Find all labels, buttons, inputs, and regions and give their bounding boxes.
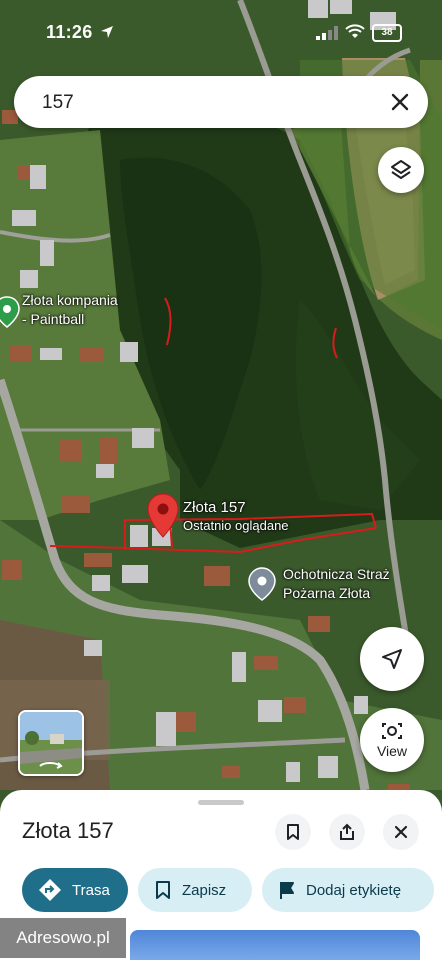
save-place-button[interactable]: Zapisz [138,868,252,912]
wifi-icon [345,24,365,38]
place-title: Złota 157 [22,818,114,843]
status-time: 11:26 [46,22,93,42]
place-pin-icon[interactable] [146,493,180,539]
location-arrow-icon [101,26,113,38]
fire-station-sublabel: Pożarna Złota [283,585,371,601]
map-layers-button[interactable] [378,147,424,193]
save-bookmark-button[interactable] [275,814,311,850]
street-view-preview-image [20,712,82,774]
navigation-arrow-icon [382,649,402,669]
view-button[interactable]: View [360,708,424,772]
close-sheet-button[interactable] [383,814,419,850]
share-icon [340,823,354,840]
battery-indicator: 38 [372,24,402,42]
place-sublabel: Ostatnio oglądane [183,518,289,533]
search-bar[interactable] [14,76,428,128]
flag-icon [280,882,294,899]
status-bar: 11:26 38 [0,18,442,48]
bookmark-outline-icon [156,881,170,899]
my-location-button[interactable] [360,627,424,691]
bookmark-icon [287,824,299,840]
layers-icon [391,160,411,179]
place-label: Złota 157 [183,499,246,516]
fire-station-poi-icon[interactable] [248,567,276,601]
paintball-label: Złota kompania [22,292,118,308]
camera-lens-icon [382,723,402,739]
watermark: Adresowo.pl [0,918,126,958]
photo-preview-strip[interactable] [130,930,420,960]
paintball-sublabel: - Paintball [22,311,85,327]
paintball-poi-icon[interactable] [0,296,20,328]
add-label-text: Dodaj etykietę [306,881,402,899]
directions-icon [39,879,61,901]
share-button[interactable] [329,814,365,850]
fire-station-label: Ochotnicza Straż [283,566,390,582]
directions-label: Trasa [72,881,110,899]
street-view-thumbnail[interactable] [18,710,84,776]
save-place-label: Zapisz [182,881,227,899]
sheet-drag-handle[interactable] [198,800,244,805]
directions-button[interactable]: Trasa [22,868,128,912]
close-icon [394,825,408,839]
cellular-signal-icon [316,26,338,40]
clear-search-icon[interactable] [388,90,412,114]
search-input[interactable] [40,86,374,120]
view-label: View [376,743,408,759]
add-label-button[interactable]: Dodaj etykietę [262,868,434,912]
